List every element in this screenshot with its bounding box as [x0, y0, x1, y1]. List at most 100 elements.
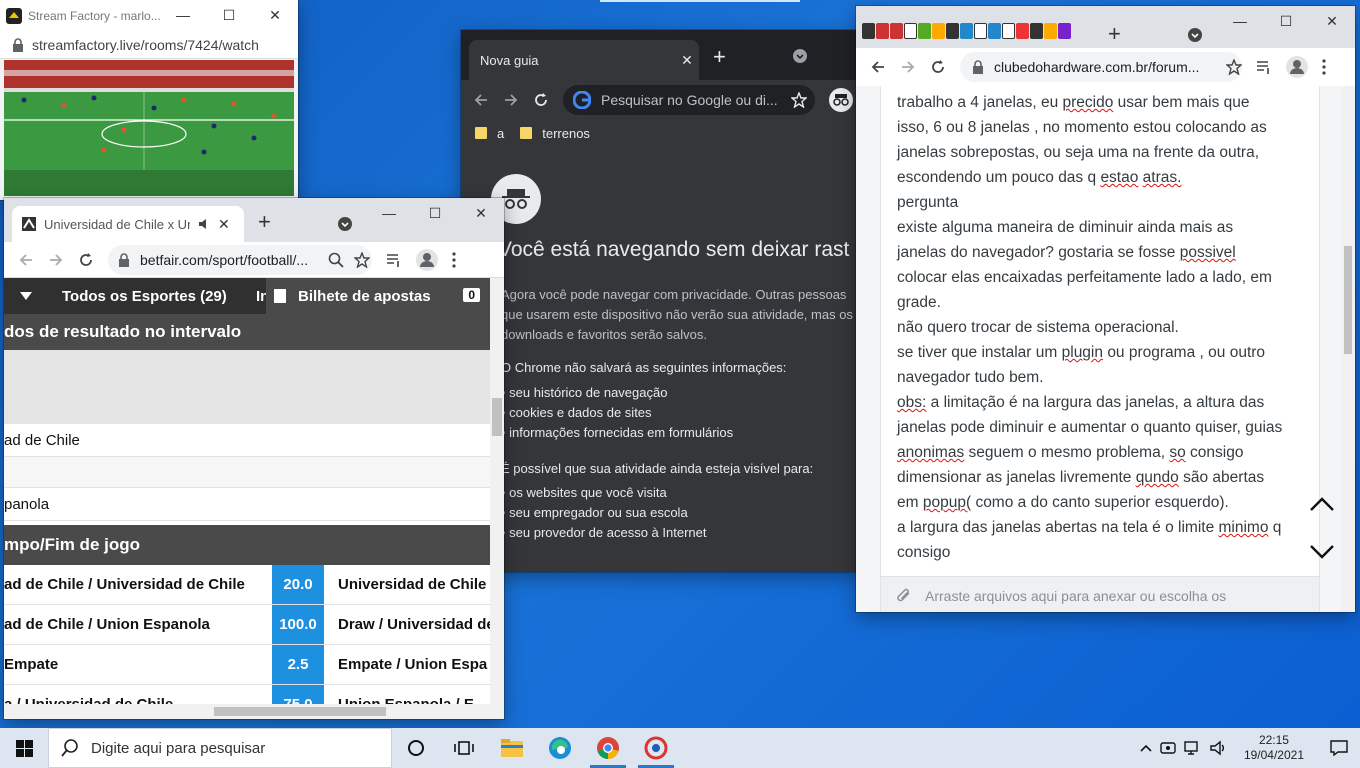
tab-search-icon[interactable]: [1188, 28, 1202, 42]
network-icon[interactable]: [1184, 740, 1202, 756]
bookmark-star-icon[interactable]: [791, 92, 807, 108]
profile-avatar-icon[interactable]: [416, 248, 438, 271]
odds-button[interactable]: 75.0: [272, 685, 324, 704]
dropdown-caret-icon[interactable]: [20, 292, 32, 300]
forward-icon[interactable]: [900, 59, 916, 75]
minimize-icon[interactable]: —: [1217, 6, 1263, 36]
selection-name: ad de Chile / Union Espanola: [4, 616, 210, 633]
omnibox[interactable]: clubedohardware.com.br/forum...: [960, 52, 1242, 82]
incognito-icon[interactable]: [829, 88, 853, 112]
selection-name: Empate: [4, 656, 59, 673]
tab-search-icon[interactable]: [338, 217, 352, 231]
post-line: anonimas seguem o mesmo problema, so con…: [897, 444, 1244, 461]
scroll-up-chevron-icon[interactable]: [1309, 496, 1335, 512]
selection-name: Empate / Union Espa: [338, 656, 488, 673]
odds-button[interactable]: 2.5: [272, 645, 324, 684]
selection-row[interactable]: panola: [4, 488, 490, 521]
bet-slip-header[interactable]: Bilhete de apostas 0: [266, 278, 490, 314]
edge-button[interactable]: [536, 728, 584, 768]
profile-avatar-icon[interactable]: [1286, 56, 1308, 78]
forward-icon[interactable]: [503, 92, 519, 108]
back-icon[interactable]: [473, 92, 489, 108]
reading-list-icon[interactable]: [386, 253, 402, 267]
menu-kebab-icon[interactable]: [1322, 59, 1326, 75]
post-editor[interactable]: trabalho a 4 janelas, eu precido usar be…: [880, 86, 1334, 586]
new-tab-icon[interactable]: +: [258, 209, 271, 235]
bookmark-star-icon[interactable]: [1226, 59, 1242, 75]
bookmark-folder-terrenos[interactable]: terrenos: [520, 126, 590, 141]
maximize-icon[interactable]: ☐: [412, 198, 458, 228]
bookmark-label: terrenos: [542, 125, 590, 141]
minimize-icon[interactable]: —: [160, 0, 206, 30]
lock-icon: [972, 60, 984, 74]
back-icon[interactable]: [870, 59, 886, 75]
new-tab-icon[interactable]: +: [713, 44, 726, 70]
taskbar-search-box[interactable]: Digite aqui para pesquisar: [48, 728, 392, 768]
scroll-down-chevron-icon[interactable]: [1309, 544, 1335, 560]
bookmark-star-icon[interactable]: [354, 251, 370, 268]
omnibox[interactable]: betfair.com/sport/football/...: [108, 244, 372, 275]
clock-date: 19/04/2021: [1243, 748, 1304, 762]
tab-new-tab[interactable]: Nova guia ✕: [469, 40, 699, 80]
volume-icon[interactable]: [1210, 740, 1228, 756]
audio-playing-icon[interactable]: [198, 218, 210, 230]
back-icon[interactable]: [18, 252, 34, 268]
reload-icon[interactable]: [78, 252, 94, 268]
tab-search-icon[interactable]: [793, 49, 807, 63]
clock[interactable]: 22:15 19/04/2021: [1244, 733, 1304, 763]
taskbar: Digite aqui para pesquisar 22:15 19/04/2…: [0, 728, 1360, 768]
close-tab-icon[interactable]: ✕: [675, 52, 699, 69]
reload-icon[interactable]: [930, 59, 946, 75]
selection-row[interactable]: ad de Chile: [4, 424, 490, 457]
maximize-icon[interactable]: ☐: [206, 0, 252, 30]
start-button[interactable]: [0, 728, 48, 768]
omnibox[interactable]: Pesquisar no Google ou di...: [563, 85, 815, 115]
close-icon[interactable]: ✕: [252, 0, 298, 30]
odds-button[interactable]: 20.0: [272, 565, 324, 604]
scrollbar-thumb[interactable]: [214, 707, 386, 716]
visible-heading: É possível que sua atividade ainda estej…: [501, 461, 814, 476]
reading-list-icon[interactable]: [1256, 60, 1272, 74]
close-tab-icon[interactable]: ✕: [218, 216, 230, 233]
bet-slip-icon: [274, 289, 286, 303]
pinned-tab-favicons[interactable]: [862, 23, 1071, 39]
vertical-scrollbar[interactable]: [1341, 86, 1355, 612]
vertical-scrollbar[interactable]: [490, 278, 504, 704]
selection-row[interactable]: [4, 457, 490, 488]
video-player[interactable]: [4, 60, 294, 196]
tab-betfair[interactable]: Universidad de Chile x Union Espanola ✕: [12, 206, 244, 242]
search-icon: [61, 739, 79, 757]
folder-icon: [501, 739, 523, 757]
attach-dropzone[interactable]: Arraste arquivos aqui para anexar ou esc…: [880, 576, 1320, 612]
menu-kebab-icon[interactable]: [452, 251, 456, 268]
zoom-icon[interactable]: [328, 252, 344, 268]
meet-now-icon[interactable]: [1160, 740, 1176, 756]
notifications-icon[interactable]: [1330, 740, 1348, 756]
bookmark-label: a: [497, 125, 505, 141]
cortana-button[interactable]: [392, 728, 440, 768]
selection-name: Draw / Universidad de: [338, 616, 490, 633]
address-bar[interactable]: streamfactory.live/rooms/7424/watch: [0, 31, 298, 59]
maximize-icon[interactable]: ☐: [1263, 6, 1309, 36]
google-icon: [573, 91, 591, 109]
task-view-button[interactable]: [440, 728, 488, 768]
scrollbar-thumb[interactable]: [1344, 246, 1352, 354]
close-icon[interactable]: ✕: [458, 198, 504, 228]
selection-name: Universidad de Chile: [338, 576, 487, 593]
new-tab-icon[interactable]: +: [1108, 21, 1121, 47]
reload-icon[interactable]: [533, 92, 549, 108]
show-hidden-icons-chevron-icon[interactable]: [1140, 744, 1152, 752]
horizontal-scrollbar[interactable]: [4, 704, 504, 719]
close-icon[interactable]: ✕: [1309, 6, 1355, 36]
lock-icon: [12, 37, 24, 52]
app-button[interactable]: [632, 728, 680, 768]
all-sports-menu[interactable]: Todos os Esportes (29): [62, 288, 227, 305]
odds-button[interactable]: 100.0: [272, 605, 324, 644]
chrome-button[interactable]: [584, 728, 632, 768]
scrollbar-thumb[interactable]: [492, 398, 502, 436]
minimize-icon[interactable]: —: [366, 198, 412, 228]
post-text[interactable]: trabalho a 4 janelas, eu precido usar be…: [897, 90, 1307, 565]
file-explorer-button[interactable]: [488, 728, 536, 768]
forward-icon[interactable]: [48, 252, 64, 268]
bookmark-folder-a[interactable]: a: [475, 126, 504, 141]
